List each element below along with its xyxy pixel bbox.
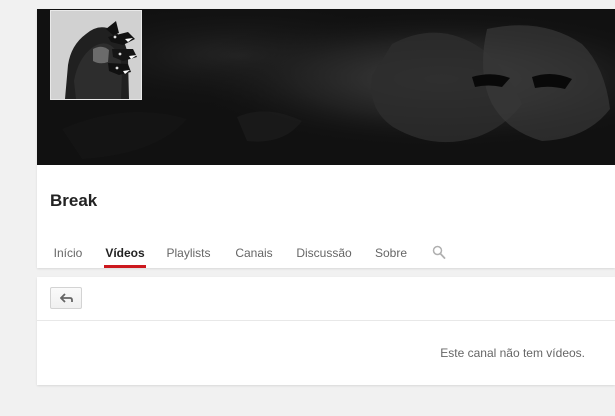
tab-home[interactable]: Início: [53, 241, 83, 268]
channel-title: Break: [50, 191, 98, 210]
content-divider: [37, 320, 615, 321]
back-arrow-icon: [60, 293, 73, 303]
tab-playlists[interactable]: Playlists: [165, 241, 212, 268]
tab-channels[interactable]: Canais: [234, 241, 274, 268]
videos-content-card: Este canal não tem vídeos.: [37, 277, 615, 385]
back-button[interactable]: [50, 287, 82, 309]
channel-banner: [37, 9, 615, 165]
tab-about[interactable]: Sobre: [375, 241, 407, 268]
channel-avatar[interactable]: [50, 10, 142, 100]
search-icon: [432, 245, 446, 259]
tab-videos[interactable]: Vídeos: [104, 241, 146, 268]
channel-tabs: Início Vídeos Playlists Canais Discussão…: [37, 241, 615, 268]
avatar-image: [51, 11, 141, 99]
channel-header-card: Break Início Vídeos Playlists Canais Dis…: [37, 9, 615, 268]
empty-videos-message: Este canal não tem vídeos.: [440, 346, 585, 360]
top-strip: [0, 0, 615, 9]
tab-discussion[interactable]: Discussão: [295, 241, 353, 268]
channel-page: Break Início Vídeos Playlists Canais Dis…: [0, 0, 615, 416]
channel-search-button[interactable]: [432, 245, 446, 261]
